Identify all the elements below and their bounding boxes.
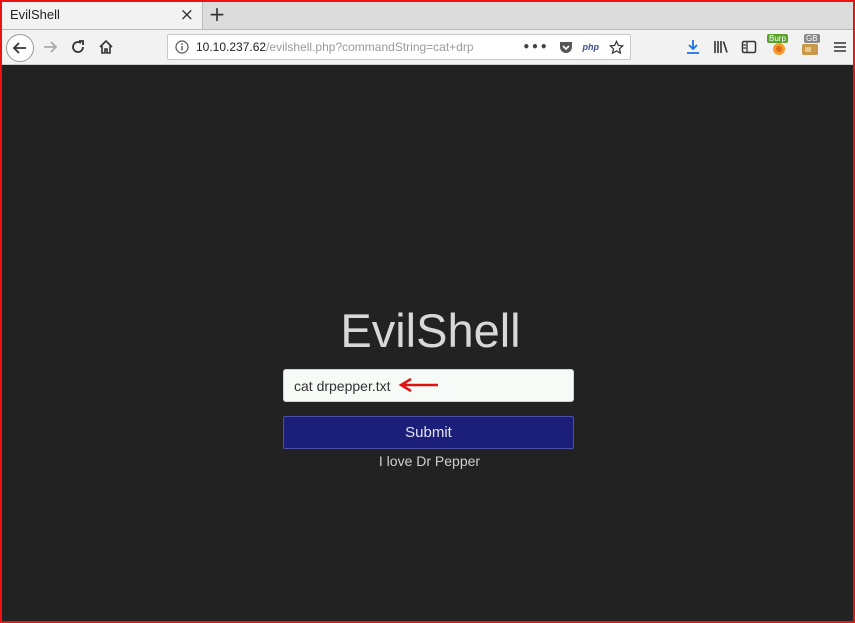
url-actions: ••• php bbox=[522, 38, 624, 56]
sidebar-icon bbox=[741, 40, 757, 54]
library-button[interactable] bbox=[712, 38, 730, 56]
url-host: 10.10.237.62 bbox=[196, 40, 267, 54]
php-extension-icon[interactable]: php bbox=[583, 42, 600, 52]
submit-button[interactable]: Submit bbox=[283, 416, 574, 449]
page-actions-button[interactable]: ••• bbox=[522, 40, 548, 54]
tab-strip: EvilShell × + bbox=[2, 2, 853, 30]
page-title: EvilShell bbox=[340, 304, 521, 357]
back-arrow-icon bbox=[12, 42, 26, 54]
screenshot-frame: EvilShell × + 10.10.237.62/evilshell.php… bbox=[0, 0, 855, 623]
star-icon[interactable] bbox=[609, 39, 624, 55]
home-button[interactable] bbox=[94, 34, 118, 60]
tab-evilshell[interactable]: EvilShell × bbox=[2, 2, 203, 29]
reload-icon bbox=[72, 40, 84, 53]
red-arrow-annotation-icon bbox=[398, 378, 438, 392]
burp-badge: Burp bbox=[767, 34, 788, 43]
sidebar-button[interactable] bbox=[740, 38, 758, 56]
pocket-icon[interactable] bbox=[559, 40, 573, 54]
url-bar[interactable]: 10.10.237.62/evilshell.php?commandString… bbox=[167, 34, 631, 60]
url-text: 10.10.237.62/evilshell.php?commandString… bbox=[196, 40, 474, 54]
forward-button[interactable] bbox=[38, 34, 62, 60]
reload-button[interactable] bbox=[66, 34, 90, 60]
hamburger-menu-icon bbox=[834, 42, 846, 52]
home-icon bbox=[99, 39, 113, 54]
gb-extension-button[interactable]: GB bbox=[798, 34, 822, 56]
close-tab-icon[interactable]: × bbox=[180, 4, 194, 26]
page-content: EvilShell Submit I love Dr Pepper bbox=[2, 65, 853, 621]
menu-button[interactable] bbox=[832, 38, 848, 56]
forward-arrow-icon bbox=[44, 41, 58, 53]
url-path: /evilshell.php?commandString=cat+drp bbox=[266, 40, 474, 54]
back-button[interactable] bbox=[6, 34, 34, 62]
gb-badge: GB bbox=[804, 34, 820, 43]
command-output: I love Dr Pepper bbox=[378, 453, 481, 469]
url-fade bbox=[468, 36, 528, 58]
downloads-button[interactable] bbox=[684, 38, 702, 56]
tab-title: EvilShell bbox=[10, 7, 60, 22]
info-icon[interactable] bbox=[175, 40, 189, 54]
library-icon bbox=[714, 41, 728, 53]
burp-extension-button[interactable]: Burp bbox=[767, 34, 791, 56]
new-tab-button[interactable]: + bbox=[206, 2, 228, 28]
download-icon bbox=[687, 40, 699, 54]
nav-toolbar: 10.10.237.62/evilshell.php?commandString… bbox=[2, 30, 853, 65]
